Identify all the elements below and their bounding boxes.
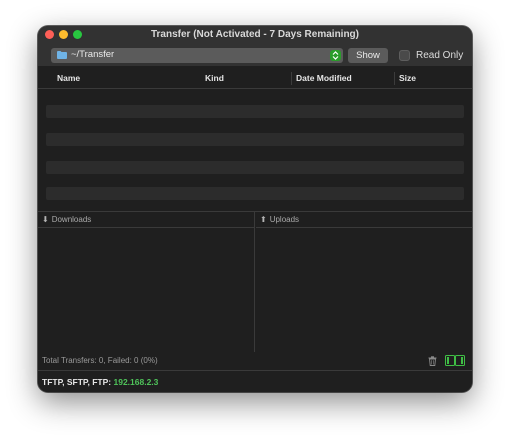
status-bar: Total Transfers: 0, Failed: 0 (0%) — [38, 352, 472, 370]
trash-icon[interactable] — [428, 356, 437, 366]
path-popup[interactable]: ~/Transfer — [51, 48, 343, 63]
column-size[interactable]: Size — [399, 73, 416, 83]
empty-row — [46, 187, 464, 200]
uploads-header: ⬆ Uploads — [256, 212, 472, 228]
column-date-modified[interactable]: Date Modified — [296, 73, 352, 83]
layout-toggle-icon[interactable] — [445, 355, 465, 366]
downloads-pane[interactable]: ⬇ Downloads — [38, 212, 255, 352]
server-footer: TFTP, SFTP, FTP: 192.168.2.3 — [38, 370, 472, 392]
empty-row — [46, 161, 464, 174]
transfer-summary: Total Transfers: 0, Failed: 0 (0%) — [42, 356, 158, 365]
uploads-label: Uploads — [269, 215, 300, 224]
empty-row — [46, 105, 464, 118]
transfer-window: Transfer (Not Activated - 7 Days Remaini… — [38, 26, 472, 392]
downloads-label: Downloads — [51, 215, 92, 224]
folder-icon — [57, 51, 67, 59]
path-text: ~/Transfer — [71, 49, 115, 60]
read-only-toggle[interactable]: Read Only — [399, 50, 463, 61]
column-separator — [394, 72, 395, 85]
show-button[interactable]: Show — [348, 48, 388, 63]
file-list[interactable] — [38, 89, 472, 211]
file-table-header: Name Kind Date Modified Size — [38, 68, 472, 89]
title-bar: Transfer (Not Activated - 7 Days Remaini… — [38, 26, 472, 66]
upload-arrow-icon: ⬆ — [260, 215, 267, 224]
read-only-checkbox[interactable] — [399, 50, 410, 61]
empty-row — [46, 133, 464, 146]
server-ip-address[interactable]: 192.168.2.3 — [113, 377, 158, 387]
protocol-list: TFTP, SFTP, FTP: — [42, 377, 112, 387]
server-info: TFTP, SFTP, FTP: 192.168.2.3 — [42, 377, 158, 387]
column-separator — [291, 72, 292, 85]
downloads-header: ⬇ Downloads — [38, 212, 254, 228]
download-arrow-icon: ⬇ — [42, 215, 49, 224]
column-kind[interactable]: Kind — [205, 73, 224, 83]
column-name[interactable]: Name — [57, 73, 80, 83]
uploads-pane[interactable]: ⬆ Uploads — [256, 212, 472, 352]
transfer-panes: ⬇ Downloads ⬆ Uploads — [38, 211, 472, 352]
window-title: Transfer (Not Activated - 7 Days Remaini… — [150, 29, 359, 40]
read-only-label: Read Only — [416, 50, 464, 61]
path-stepper-icon[interactable] — [330, 50, 341, 61]
